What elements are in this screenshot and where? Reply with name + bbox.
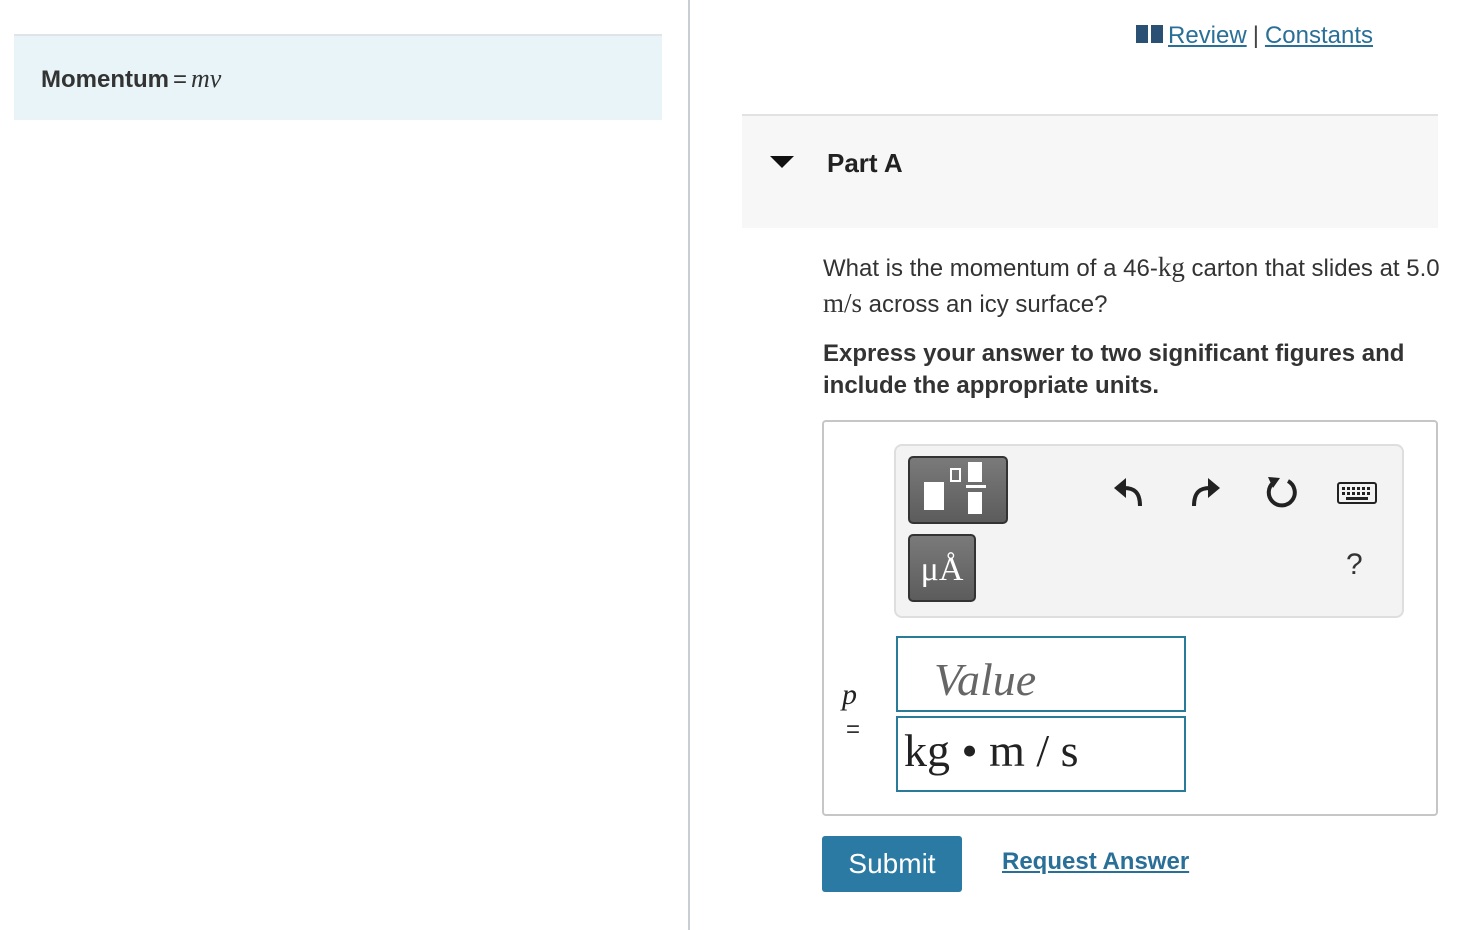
constants-link[interactable]: Constants (1265, 22, 1373, 49)
template-exponent-icon (950, 468, 961, 482)
top-links: Review | Constants (1136, 22, 1373, 50)
units-input[interactable]: kg • m / s (896, 716, 1186, 792)
question-part-1: What is the momentum of a 46- (823, 255, 1158, 282)
answer-equals: = (846, 716, 861, 743)
submit-button[interactable]: Submit (822, 836, 962, 892)
reset-icon[interactable] (1264, 474, 1300, 510)
units-button[interactable]: μÅ (908, 534, 976, 602)
hint-equals: = (173, 66, 188, 93)
redo-icon[interactable] (1188, 474, 1224, 510)
panel-divider (688, 0, 690, 930)
momentum-formula: Momentum = mv (41, 64, 221, 94)
part-title: Part A (827, 148, 903, 178)
request-answer-link[interactable]: Request Answer (1002, 848, 1189, 876)
answer-instruction: Express your answer to two significant f… (823, 340, 1405, 399)
template-denominator-icon (968, 492, 982, 514)
link-separator: | (1252, 22, 1259, 49)
book-icon (1136, 24, 1164, 43)
answer-variable: p (842, 678, 857, 711)
template-fraction-bar-icon (966, 485, 986, 488)
hint-formula: mv (191, 64, 222, 93)
part-header[interactable]: Part A (742, 114, 1438, 228)
question-part-3: across an icy surface? (862, 291, 1108, 318)
question-text: What is the momentum of a 46-kg carton t… (823, 250, 1443, 322)
question-part-2: carton that slides at 5.0 (1184, 255, 1440, 282)
undo-icon[interactable] (1110, 474, 1146, 510)
hint-label: Momentum (41, 66, 169, 93)
question-unit-kg: kg (1157, 252, 1185, 282)
help-button[interactable]: ? (1346, 548, 1363, 582)
keyboard-icon[interactable] (1336, 478, 1378, 508)
question-unit-ms: m/s (823, 288, 863, 318)
template-numerator-icon (968, 462, 982, 482)
templates-button[interactable] (908, 456, 1008, 524)
hint-panel: Momentum = mv (14, 34, 662, 120)
value-input[interactable] (896, 636, 1186, 712)
collapse-caret-icon[interactable] (770, 156, 794, 168)
review-link[interactable]: Review (1168, 22, 1247, 49)
template-block-icon (924, 482, 944, 510)
